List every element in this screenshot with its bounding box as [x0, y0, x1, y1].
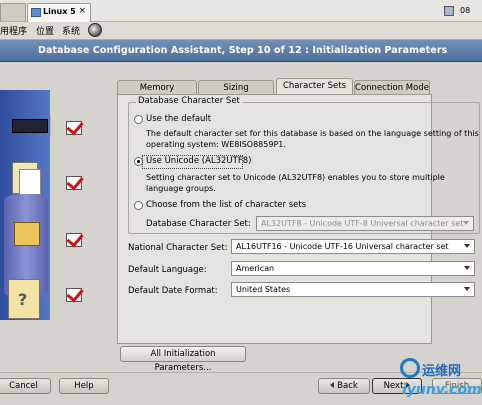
help-button[interactable]: Help — [59, 378, 109, 394]
use-default-description: The default character set for this datab… — [146, 129, 479, 138]
gnome-menubar: 用程序 位置 系统 — [0, 22, 482, 40]
watermark: 运维网 iyunv.com — [398, 358, 482, 405]
default-language-label: Default Language: — [128, 265, 207, 275]
use-default-label[interactable]: Use the default — [146, 114, 211, 124]
default-language-value: American — [236, 264, 275, 273]
watermark-cn: 运维网 — [422, 364, 462, 379]
menu-system[interactable]: 系统 — [62, 24, 80, 37]
menu-places[interactable]: 位置 — [36, 24, 54, 37]
vm-tab-strip: Linux 5 × 08 — [0, 0, 482, 22]
default-date-format-label: Default Date Format: — [128, 286, 218, 296]
step-checkmark-icon — [66, 233, 82, 247]
step-checkmark-icon — [66, 176, 82, 190]
vm-tab-label: Linux 5 — [43, 7, 76, 16]
vm-icon — [31, 8, 41, 17]
default-language-select[interactable]: American — [231, 261, 475, 276]
use-unicode-description: language groups. — [146, 184, 216, 193]
step-checkmark-icon — [66, 121, 82, 135]
tab-sizing[interactable]: Sizing — [198, 80, 274, 95]
radio-use-default[interactable] — [134, 115, 143, 124]
watermark-logo-icon — [400, 358, 420, 378]
documents-icon — [12, 162, 41, 195]
tray-text: 08 — [460, 6, 471, 15]
radio-choose-list[interactable] — [134, 201, 143, 210]
tab-character-sets[interactable]: Character Sets — [276, 78, 353, 95]
memory-chip-icon — [9, 116, 51, 136]
default-date-format-select[interactable]: United States — [231, 282, 475, 297]
database-character-set-select[interactable]: AL32UTF8 - Unicode UTF-8 Universal chara… — [256, 216, 474, 231]
window-title: Database Configuration Assistant, Step 1… — [38, 45, 448, 56]
window-titlebar: Database Configuration Assistant, Step 1… — [0, 40, 482, 62]
choose-list-label[interactable]: Choose from the list of character sets — [146, 200, 306, 210]
national-character-set-label: National Character Set: — [128, 243, 228, 253]
chevron-down-icon — [464, 266, 470, 270]
use-unicode-description: Setting character set to Unicode (AL32UT… — [146, 173, 445, 182]
tab-memory[interactable]: Memory — [117, 80, 197, 95]
back-button[interactable]: Back — [318, 378, 370, 394]
national-character-set-value: AL16UTF16 - Unicode UTF-16 Universal cha… — [236, 242, 449, 251]
wizard-illustration: ? — [0, 74, 108, 340]
database-character-set-label: Database Character Set: — [146, 219, 251, 229]
step-checkmark-icon — [66, 288, 82, 302]
system-tray: 08 — [442, 2, 482, 20]
vm-tab-linux5[interactable]: Linux 5 × — [27, 3, 91, 22]
default-date-format-value: United States — [236, 285, 291, 294]
close-icon[interactable]: × — [78, 6, 86, 16]
use-unicode-label[interactable]: Use Unicode (AL32UTF8) — [146, 156, 251, 166]
tab-connection-mode[interactable]: Connection Mode — [354, 80, 430, 95]
cancel-button[interactable]: Cancel — [0, 378, 51, 394]
browser-icon[interactable] — [88, 23, 102, 37]
menu-applications[interactable]: 用程序 — [0, 24, 27, 37]
chevron-down-icon — [463, 221, 469, 225]
national-character-set-select[interactable]: AL16UTF16 - Unicode UTF-16 Universal cha… — [231, 239, 475, 254]
database-character-set-value: AL32UTF8 - Unicode UTF-8 Universal chara… — [261, 219, 464, 228]
use-default-description: operating system: WE8ISO8859P1. — [146, 140, 286, 149]
vm-tab-previous[interactable] — [0, 3, 26, 21]
shapes-icon — [14, 222, 40, 246]
network-icon — [444, 6, 454, 16]
question-document-icon: ? — [8, 279, 40, 319]
chevron-down-icon — [464, 244, 470, 248]
watermark-en: iyunv.com — [402, 382, 482, 398]
all-initialization-parameters-button[interactable]: All Initialization Parameters... — [120, 346, 246, 373]
chevron-down-icon — [464, 287, 470, 291]
arrow-left-icon — [330, 382, 335, 388]
back-label: Back — [337, 381, 358, 391]
group-legend: Database Character Set — [136, 96, 242, 106]
